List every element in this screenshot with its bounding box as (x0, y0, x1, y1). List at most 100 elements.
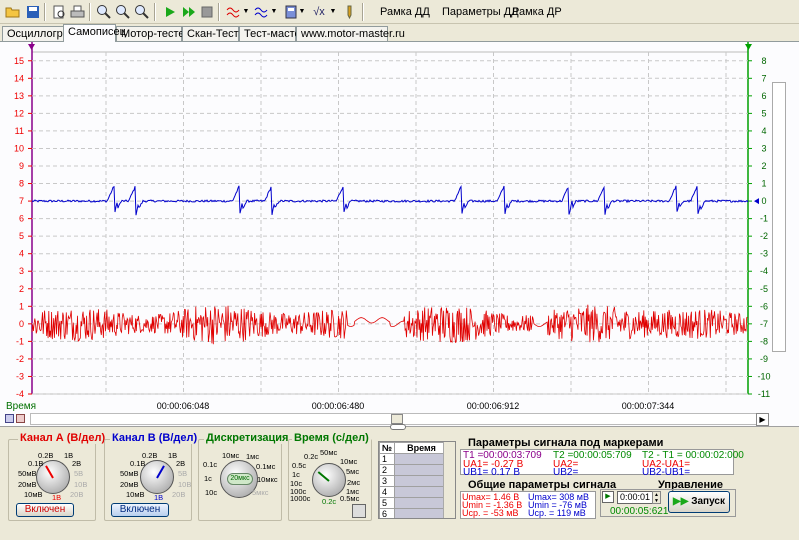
knob-label: 0.2с (304, 452, 319, 461)
stop-icon[interactable] (198, 3, 215, 20)
zoom-fit-icon[interactable] (133, 3, 150, 20)
table-row[interactable]: 5 (379, 497, 449, 509)
y-left-tick-label: 10 (14, 143, 24, 153)
table-row[interactable]: 2 (379, 464, 449, 476)
knob-label: 10с (205, 488, 218, 497)
y-left-tick-label: 6 (19, 214, 24, 224)
knob-label: 1000с (290, 494, 311, 503)
knob-label: 2В (176, 459, 186, 468)
splitter-handle-icon[interactable] (390, 424, 406, 430)
toolbar: ▼ ▼ ▼ √x ▼ Рамка ДД Параметры ДД Рамка Д… (0, 0, 799, 24)
y-left-tick-label: -1 (16, 336, 24, 346)
time-knob[interactable] (312, 463, 346, 497)
zoom-in-icon[interactable] (95, 3, 112, 20)
chevron-down-icon[interactable]: ▼ (270, 3, 278, 20)
a-avg: Uср. = -53 мВ (462, 508, 519, 518)
time-spinner-icon[interactable]: ▲ ▼ (652, 491, 661, 504)
y-left-tick-label: 0 (19, 319, 24, 329)
table-scrollbar[interactable] (443, 442, 455, 518)
y-right-tick-label: -4 (760, 266, 768, 276)
y-right-tick-label: 7 (761, 73, 766, 83)
channel-a-enable-button[interactable]: Включен (16, 503, 74, 517)
knob-label: 10мВ (24, 490, 43, 499)
knob-label: 20мВ (120, 480, 139, 489)
table-row[interactable]: 1 (379, 453, 449, 465)
toolbar-separator (44, 3, 46, 21)
y-left-tick-label: 3 (19, 266, 24, 276)
scroll-right-icon[interactable]: ▶ (756, 413, 769, 426)
tab-recorder[interactable]: Самописец (63, 24, 126, 42)
print-icon[interactable] (69, 3, 86, 20)
toolbar-separator (154, 3, 156, 21)
y-left-tick-label: 15 (14, 56, 24, 66)
preview-icon[interactable] (352, 504, 366, 518)
zoom-toggle2-icon[interactable] (16, 414, 25, 423)
marker-t2-icon[interactable] (745, 44, 752, 50)
y-right-tick-label: -2 (760, 231, 768, 241)
knob-label: 20В (70, 490, 84, 499)
tab-bar: Осциллограф Самописец Мотор-тестер Скан-… (0, 24, 799, 42)
marker-table-col-num: № (379, 442, 396, 454)
scroll-thumb[interactable] (391, 414, 403, 424)
chevron-down-icon[interactable]: ▼ (298, 3, 306, 20)
table-row[interactable]: 4 (379, 486, 449, 498)
y-right-tick-label: 2 (761, 161, 766, 171)
knob-label: 1с (292, 470, 300, 479)
chevron-down-icon[interactable]: ▼ (242, 3, 250, 20)
knob-center-value: 20мкс (227, 473, 253, 485)
y-right-tick-label: 5 (761, 108, 766, 118)
zoom-toggle-icon[interactable] (5, 414, 14, 423)
print-preview-icon[interactable] (50, 3, 67, 20)
knob-label: 0.1с (203, 460, 218, 469)
zoom-out-icon[interactable] (114, 3, 131, 20)
tab-website[interactable]: www.motor-master.ru (296, 26, 405, 42)
y-left-tick-label: 11 (15, 126, 24, 136)
step-play-icon[interactable]: ▶ (602, 491, 614, 503)
toolbar-separator (362, 3, 364, 21)
table-row[interactable]: 3 (379, 475, 449, 487)
filter-icon[interactable] (225, 3, 242, 20)
x-tick-label: 00:00:06:912 (467, 401, 520, 411)
probe-icon[interactable] (340, 3, 357, 20)
toolbar-separator (218, 3, 220, 21)
tab-test-master[interactable]: Тест-мастер (239, 26, 307, 42)
tab-oscilloscope[interactable]: Осциллограф (2, 26, 78, 42)
open-icon[interactable] (4, 3, 21, 20)
filter2-icon[interactable] (253, 3, 270, 20)
knob-label: 10мВ (126, 490, 145, 499)
calculator-icon[interactable] (282, 3, 299, 20)
elapsed-time: 00:00:05:621 (610, 506, 669, 517)
play-step-icon[interactable] (180, 3, 197, 20)
control-panel: Канал А (В/дел) 0.2В 1В 0.1В 2В 50мВ 5В … (0, 424, 799, 540)
knob-label: 10В (178, 480, 192, 489)
knob-label: 2мс (347, 478, 361, 487)
start-button[interactable]: ▶▶ Запуск (668, 491, 730, 513)
table-row[interactable]: 6 (379, 508, 449, 518)
sqrt-icon[interactable]: √x (309, 3, 329, 20)
menu-frame-dd[interactable]: Рамка ДД (380, 6, 430, 18)
series-channel-a-line (31, 304, 748, 345)
channel-b-enable-button[interactable]: Включен (111, 503, 169, 517)
save-icon[interactable] (24, 3, 41, 20)
play-icon[interactable] (161, 3, 178, 20)
chart-svg[interactable]: 1514131211109876543210-1-2-3-4 876543210… (0, 42, 799, 427)
chevron-down-icon[interactable]: ▼ (329, 3, 337, 20)
knob-label: 20мВ (18, 480, 37, 489)
tab-scan-tester[interactable]: Скан-Тестер (182, 26, 251, 42)
menu-frame-dr[interactable]: Рамка ДР (512, 6, 562, 18)
vertical-scrollbar[interactable] (772, 82, 786, 352)
b-avg: Uср. = 119 мВ (528, 508, 586, 518)
marker-ub2: UB2= (553, 467, 579, 478)
y-right-tick-label: -7 (760, 319, 768, 329)
y-right-tick-label: 8 (761, 56, 766, 66)
knob-label: 5мкс (252, 488, 269, 497)
y-right-tick-label: -1 (760, 214, 768, 224)
x-tick-label: 00:00:06:048 (157, 401, 210, 411)
y-right-tick-label: -6 (760, 301, 768, 311)
x-tick-label: 00:00:06:480 (312, 401, 365, 411)
menu-params-dd[interactable]: Параметры ДД (442, 6, 519, 18)
marker-t1-icon[interactable] (28, 44, 35, 50)
knob-label: 0.5с (292, 461, 307, 470)
knob-label: 10мс (222, 451, 240, 460)
y-right-tick-label: -3 (760, 249, 768, 259)
